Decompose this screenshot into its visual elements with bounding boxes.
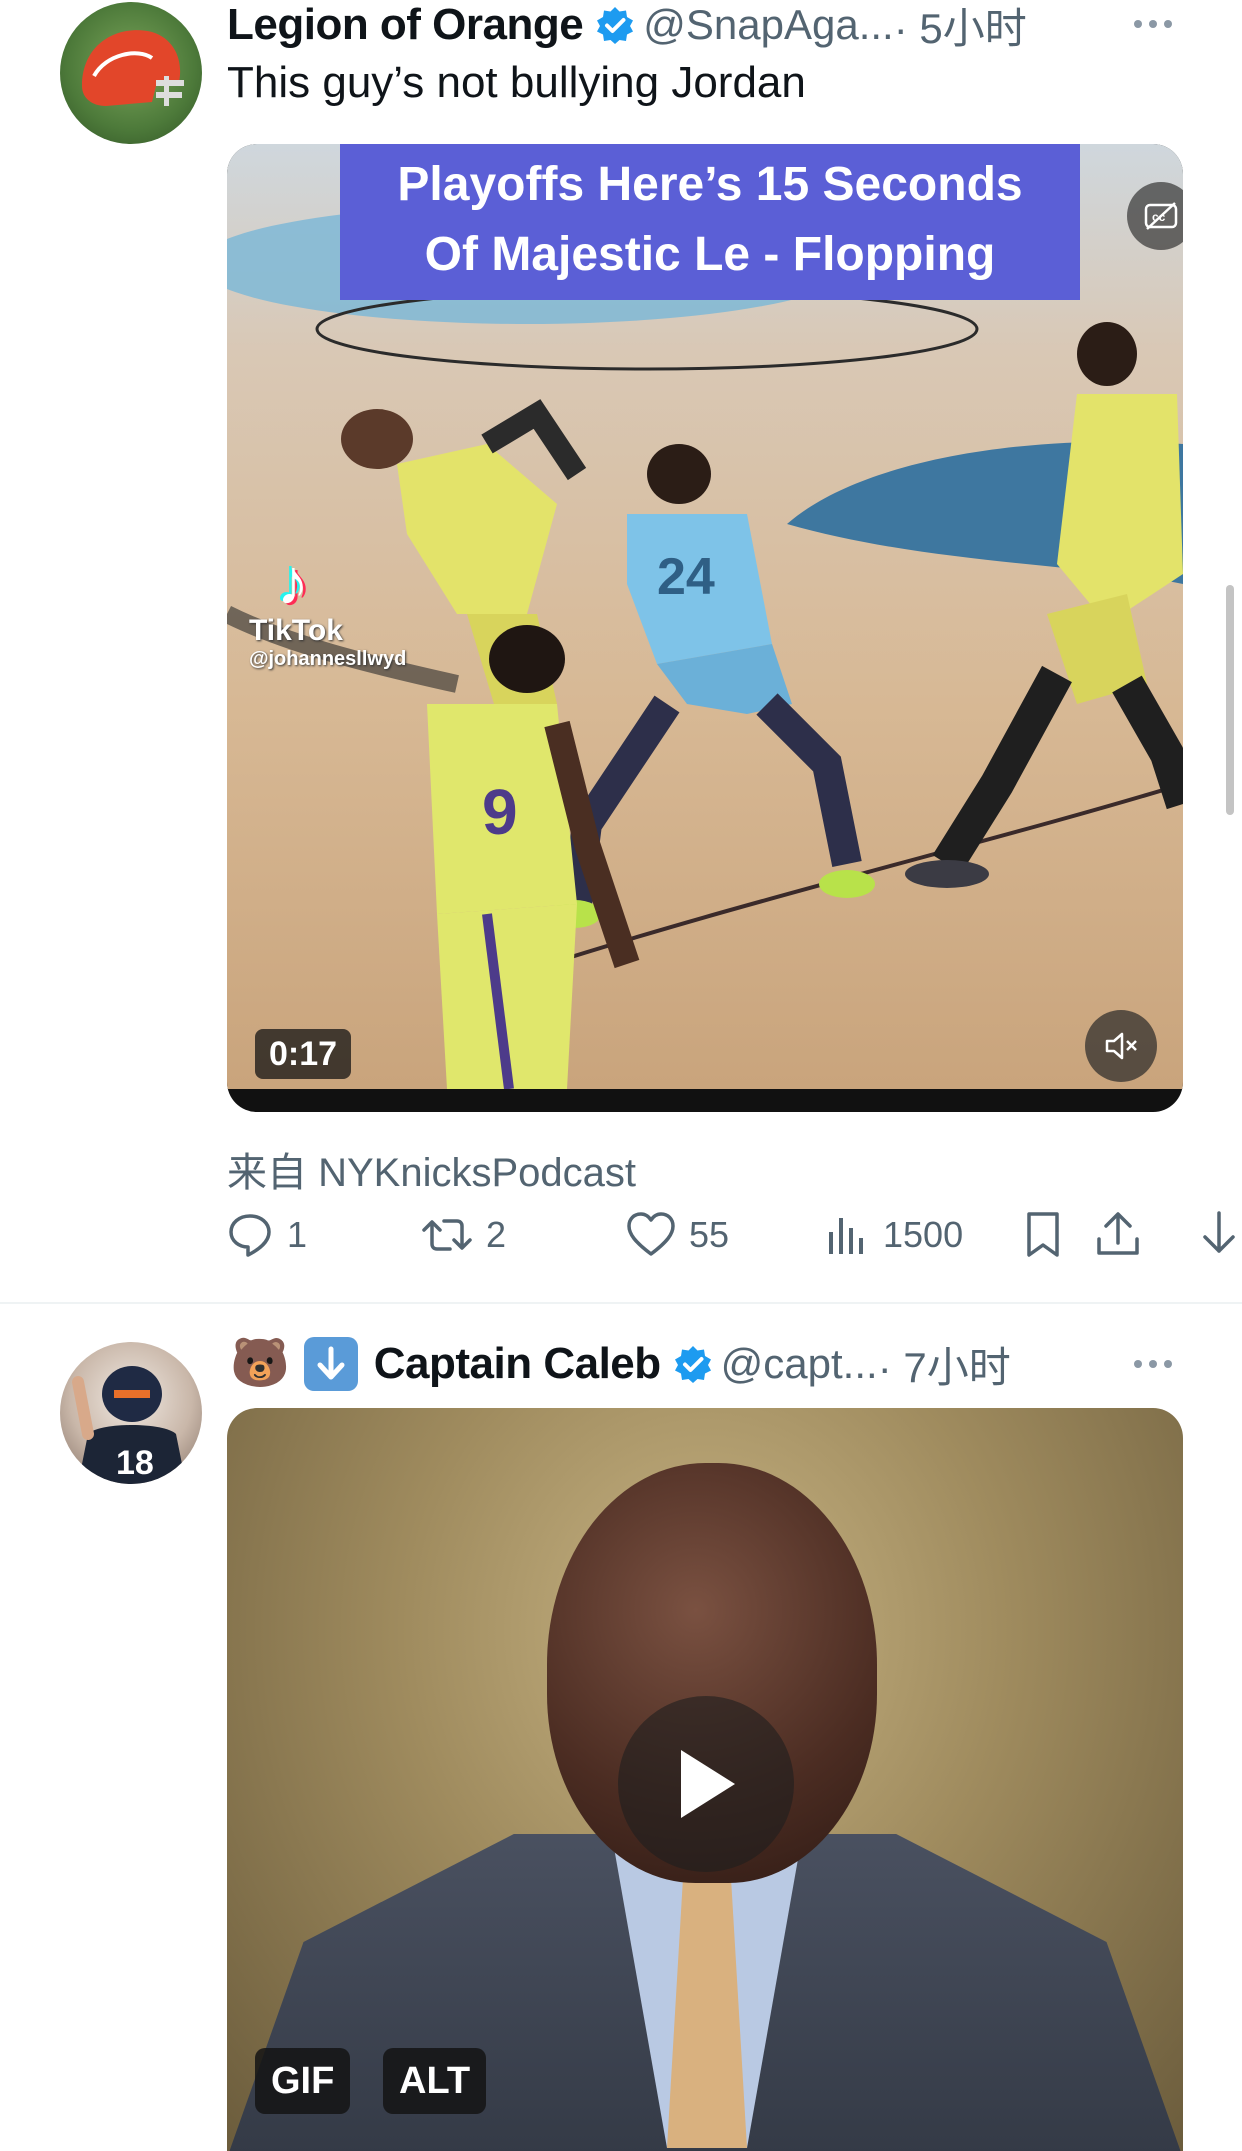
football-player-icon: 18 xyxy=(72,1366,186,1484)
handle[interactable]: @SnapAga... xyxy=(643,1,893,49)
banner-line-1: Playoffs Here’s 15 Seconds xyxy=(397,158,1023,211)
tiktok-logo-icon: ♪ xyxy=(277,546,309,618)
share-icon xyxy=(1097,1212,1139,1255)
gif-badge: GIF xyxy=(255,2048,351,2114)
watermark-user: @johannesllwyd xyxy=(249,648,407,670)
heart-icon xyxy=(627,1212,675,1256)
watermark-name: TikTok xyxy=(249,614,343,647)
handle[interactable]: @capt... xyxy=(721,1340,878,1388)
more-options-icon[interactable] xyxy=(1134,1360,1172,1368)
svg-text:9: 9 xyxy=(482,776,518,848)
display-name[interactable]: Captain Caleb xyxy=(374,1339,661,1389)
timestamp[interactable]: · 7小时 xyxy=(878,1334,1011,1395)
svg-text:18: 18 xyxy=(116,1444,154,1482)
video-duration: 0:17 xyxy=(255,1029,352,1079)
scrollbar[interactable] xyxy=(1226,585,1234,815)
views-chart-icon xyxy=(829,1218,863,1254)
banner-line-2: Of Majestic Le - Flopping xyxy=(424,228,996,281)
display-name[interactable]: Legion of Orange xyxy=(227,0,584,50)
play-icon xyxy=(681,1750,735,1818)
like-button[interactable]: 55 xyxy=(625,1205,729,1265)
like-count: 55 xyxy=(689,1214,730,1255)
repost-count: 2 xyxy=(486,1214,507,1255)
timestamp[interactable]: · 5小时 xyxy=(894,0,1027,56)
bear-emoji-icon: 🐻 xyxy=(230,1337,290,1390)
repost-icon xyxy=(422,1219,472,1251)
bookmark-button[interactable] xyxy=(1020,1205,1066,1265)
tweet-header: Legion of Orange @SnapAga... · 5小时 xyxy=(227,0,1027,52)
avatar[interactable]: 18 xyxy=(60,1342,202,1484)
svg-text:24: 24 xyxy=(657,548,715,606)
tiktok-watermark: ♪ TikTok @johannesllwyd xyxy=(249,550,406,671)
reply-icon xyxy=(229,1214,271,1257)
captions-off-icon: cc xyxy=(1144,202,1178,230)
share-button[interactable] xyxy=(1093,1205,1143,1265)
reply-count: 1 xyxy=(287,1214,308,1255)
repost-button[interactable]: 2 xyxy=(420,1205,506,1265)
down-arrow-emoji-icon xyxy=(303,1337,358,1391)
tweet-divider xyxy=(0,1302,1242,1304)
verified-badge-icon xyxy=(674,1346,711,1383)
mute-button[interactable] xyxy=(1085,1010,1157,1082)
verified-badge-icon xyxy=(597,7,634,44)
video-caption-banner: Playoffs Here’s 15 Seconds Of Majestic L… xyxy=(340,144,1080,300)
volume-muted-icon xyxy=(1105,1032,1137,1060)
alt-text-button[interactable]: ALT xyxy=(383,2048,487,2114)
video-source-attribution[interactable]: 来自 NYKnicksPodcast xyxy=(227,1140,636,1198)
tweet-actions: 1 2 55 1500 xyxy=(225,1205,1242,1265)
tweet-header: 🐻 Captain Caleb @capt... · 7小时 xyxy=(230,1334,1011,1394)
avatar[interactable] xyxy=(60,2,202,144)
video-player[interactable]: 24 9 Playoffs Here’s 15 Seconds Of Majes… xyxy=(227,144,1183,1112)
gif-player[interactable]: GIF ALT xyxy=(227,1408,1183,2151)
football-helmet-icon xyxy=(82,30,184,106)
play-button[interactable] xyxy=(618,1696,794,1872)
more-options-icon[interactable] xyxy=(1134,20,1172,28)
download-button[interactable] xyxy=(1197,1205,1242,1265)
reply-button[interactable]: 1 xyxy=(225,1205,307,1265)
arrow-down-icon xyxy=(1203,1211,1235,1253)
view-count: 1500 xyxy=(883,1214,964,1255)
views-button[interactable]: 1500 xyxy=(825,1205,963,1265)
bookmark-icon xyxy=(1027,1212,1059,1257)
tweet-text: This guy’s not bullying Jordan xyxy=(227,58,806,107)
